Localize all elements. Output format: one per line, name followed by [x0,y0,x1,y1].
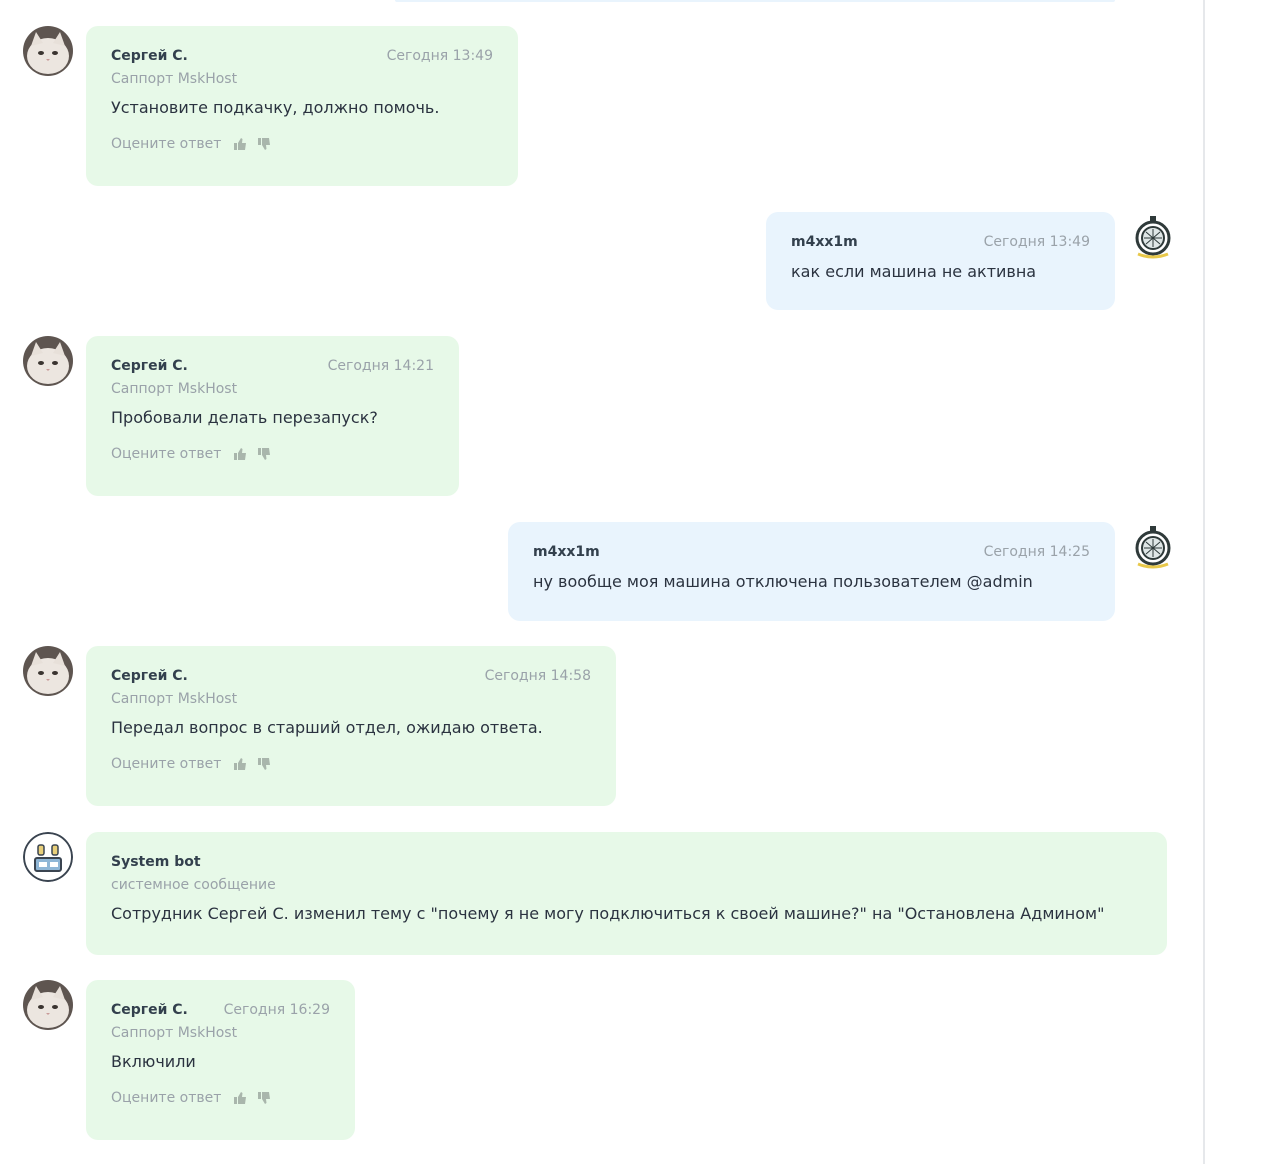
thumbs-up-icon[interactable] [233,447,247,461]
cat-avatar[interactable] [23,336,73,386]
thumbs-up-icon[interactable] [233,757,247,771]
cat-avatar[interactable] [23,26,73,76]
rating-row: Оцените ответ [111,1090,330,1106]
author-name[interactable]: System bot [111,854,201,870]
author-role: Саппорт MskHost [111,381,238,397]
author-name[interactable]: m4xx1m [791,234,858,250]
message-bubble: m4xx1m Сегодня 13:49 как если машина не … [766,212,1115,310]
message-time: Сегодня 14:21 [327,358,434,374]
message-text: Пробовали делать перезапуск? [111,408,378,427]
thumbs-down-icon[interactable] [257,137,271,151]
cat-avatar[interactable] [23,646,73,696]
message-time: Сегодня 16:29 [223,1002,330,1018]
author-name[interactable]: Сергей С. [111,358,188,374]
thumbs-down-icon[interactable] [257,447,271,461]
message-text: Установите подкачку, должно помочь. [111,98,440,117]
thumbs-up-icon[interactable] [233,137,247,151]
thumbs-down-icon[interactable] [257,757,271,771]
author-role: Саппорт MskHost [111,691,238,707]
sidebar-divider [1203,0,1205,1164]
thumbs-down-icon[interactable] [257,1091,271,1105]
author-role: системное сообщение [111,877,276,893]
astronaut-avatar[interactable] [1128,212,1178,262]
previous-message-edge [395,0,1115,2]
thumbs-up-icon[interactable] [233,1091,247,1105]
author-role: Саппорт MskHost [111,71,238,87]
message-text: Включили [111,1052,196,1071]
rating-row: Оцените ответ [111,756,591,772]
message-time: Сегодня 13:49 [983,234,1090,250]
message-bubble: m4xx1m Сегодня 14:25 ну вообще моя машин… [508,522,1115,621]
message-text: как если машина не активна [791,262,1037,281]
author-name[interactable]: Сергей С. [111,1002,188,1018]
rating-row: Оцените ответ [111,446,434,462]
rating-row: Оцените ответ [111,136,493,152]
cat-avatar[interactable] [23,980,73,1030]
message-bubble: Сергей С. Сегодня 14:21 Саппорт MskHost … [86,336,459,496]
message-bubble: System bot системное сообщение Сотрудник… [86,832,1167,955]
astronaut-avatar[interactable] [1128,522,1178,572]
message-time: Сегодня 14:58 [484,668,591,684]
robot-avatar[interactable] [23,832,73,882]
author-role: Саппорт MskHost [111,1025,238,1041]
rate-label: Оцените ответ [111,446,222,462]
message-time: Сегодня 13:49 [386,48,493,64]
author-name[interactable]: m4xx1m [533,544,600,560]
rate-label: Оцените ответ [111,136,222,152]
message-bubble: Сергей С. Сегодня 16:29 Саппорт MskHost … [86,980,355,1140]
rate-label: Оцените ответ [111,1090,222,1106]
message-text: Передал вопрос в старший отдел, ожидаю о… [111,718,543,737]
author-name[interactable]: Сергей С. [111,668,188,684]
message-bubble: Сергей С. Сегодня 13:49 Саппорт MskHost … [86,26,518,186]
message-text: Сотрудник Сергей С. изменил тему с "поче… [111,904,1105,923]
message-time: Сегодня 14:25 [983,544,1090,560]
rate-label: Оцените ответ [111,756,222,772]
message-text: ну вообще моя машина отключена пользоват… [533,572,1033,591]
author-name[interactable]: Сергей С. [111,48,188,64]
message-bubble: Сергей С. Сегодня 14:58 Саппорт MskHost … [86,646,616,806]
